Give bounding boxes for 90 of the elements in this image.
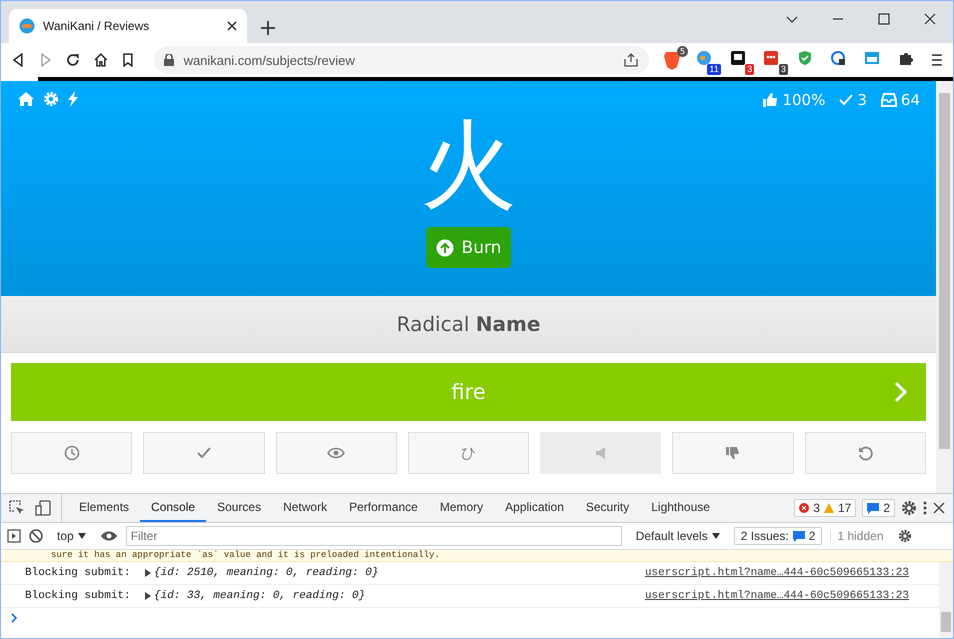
devtools-tab[interactable]: Console <box>140 494 206 522</box>
inbox-icon <box>880 93 897 107</box>
source-link[interactable]: userscript.html?name…444-60c509665133:23 <box>644 590 909 602</box>
message-icon <box>867 502 880 514</box>
dots-icon[interactable] <box>763 50 780 66</box>
thumbs-down-icon <box>725 445 742 461</box>
message-icon <box>792 530 805 542</box>
devtools-tab[interactable]: Lighthouse <box>640 494 721 522</box>
shield-icon[interactable] <box>796 50 813 66</box>
devtools-tab[interactable]: Memory <box>428 494 494 522</box>
issue-counter[interactable]: 3 17 <box>794 499 856 517</box>
warning-icon <box>824 503 834 513</box>
thumbs-up-icon <box>762 92 778 108</box>
reload-icon[interactable] <box>66 53 80 67</box>
new-tab-icon[interactable] <box>261 21 275 35</box>
globe-icon[interactable] <box>696 50 712 66</box>
clock-icon <box>64 445 80 461</box>
accuracy-text: 100% <box>782 91 826 109</box>
filter-field[interactable]: Filter <box>126 526 622 546</box>
check-icon <box>839 94 854 106</box>
lock-icon <box>164 54 174 66</box>
expand-triangle-icon[interactable] <box>145 569 151 577</box>
extensions-icon[interactable] <box>898 50 914 66</box>
maximize-icon[interactable] <box>878 13 890 25</box>
caret-icon <box>712 533 720 539</box>
error-count: 3 <box>813 501 820 515</box>
context-dropdown[interactable]: top <box>51 528 92 544</box>
device-toggle-icon[interactable] <box>35 500 51 516</box>
lock-circle-icon[interactable] <box>830 50 846 66</box>
log-levels-dropdown[interactable]: Default levels <box>630 528 726 544</box>
srs-level-label: Burn <box>462 238 502 258</box>
message-counter[interactable]: 2 <box>862 499 895 517</box>
menu-icon[interactable] <box>931 53 943 67</box>
settings-icon[interactable] <box>898 529 912 543</box>
devtools-tab[interactable]: Elements <box>68 494 140 522</box>
tab-title: WaniKani / Reviews <box>43 19 150 33</box>
settings-icon[interactable] <box>901 500 917 516</box>
eye-icon <box>327 447 346 459</box>
devtools-tab[interactable]: Application <box>494 494 575 522</box>
kanji-character: 火 <box>420 117 516 213</box>
window-icon[interactable] <box>864 50 880 66</box>
square-icon[interactable] <box>730 50 746 66</box>
console-message: Blocking submit: <box>25 567 132 579</box>
check-icon <box>196 446 212 460</box>
close-icon[interactable] <box>933 502 945 514</box>
extension-badge: 3 <box>745 64 754 75</box>
question-type-text: Radical Name <box>396 312 540 336</box>
url-text: wanikani.com/subjects/review <box>184 52 356 68</box>
expand-triangle-icon[interactable] <box>145 592 151 600</box>
home-icon[interactable] <box>94 53 108 67</box>
issues-button[interactable]: 2 Issues: 2 <box>734 527 822 545</box>
more-options-icon[interactable] <box>923 501 927 515</box>
speaker-icon <box>594 446 607 460</box>
share-icon[interactable] <box>622 53 639 67</box>
close-icon[interactable] <box>227 21 237 31</box>
wanikani-logo-icon <box>19 18 35 34</box>
devtools-tab[interactable]: Network <box>272 494 338 522</box>
sidebar-toggle-icon[interactable] <box>7 529 21 543</box>
console-object: {id: 33, meaning: 0, reading: 0} <box>154 590 366 602</box>
eye-icon[interactable] <box>100 530 118 542</box>
completed-count: 3 <box>857 91 867 109</box>
extension-badge: 11 <box>707 64 721 75</box>
console-message: Blocking submit: <box>25 590 132 602</box>
devtools-tab[interactable]: Performance <box>338 494 429 522</box>
console-object: {id: 2510, meaning: 0, reading: 0} <box>154 567 378 579</box>
lightning-icon[interactable] <box>67 91 79 107</box>
lion-shield-icon[interactable] <box>662 50 681 70</box>
error-icon <box>799 503 810 513</box>
caret-icon <box>78 533 86 539</box>
devtools-tab[interactable]: Sources <box>206 494 272 522</box>
address-bar[interactable]: wanikani.com/subjects/review <box>154 46 649 74</box>
extension-badge: 3 <box>778 64 788 75</box>
shield-count-badge: 5 <box>677 46 688 57</box>
arrow-up-circle-icon <box>436 238 454 256</box>
browser-tab[interactable]: WaniKani / Reviews <box>9 9 247 43</box>
hidden-count: 1 hidden <box>830 529 890 543</box>
scrollbar-thumb[interactable] <box>939 93 950 449</box>
undo-icon <box>857 445 874 461</box>
remaining-count: 64 <box>900 91 920 109</box>
bookmark-icon[interactable] <box>122 53 134 67</box>
clear-icon[interactable] <box>29 529 43 543</box>
close-icon[interactable] <box>924 13 936 25</box>
console-warning-text: sure it has an appropriate `as` value and it is preloaded intentionally. <box>1 550 953 562</box>
inspect-icon[interactable] <box>9 500 25 516</box>
scrollbar-thumb[interactable] <box>941 612 951 632</box>
source-link[interactable]: userscript.html?name…444-60c509665133:23 <box>644 567 909 579</box>
back-icon[interactable] <box>11 53 25 67</box>
warning-count: 17 <box>838 501 852 515</box>
prompt-chevron-icon[interactable] <box>11 613 18 623</box>
devtools-tab[interactable]: Security <box>574 494 640 522</box>
